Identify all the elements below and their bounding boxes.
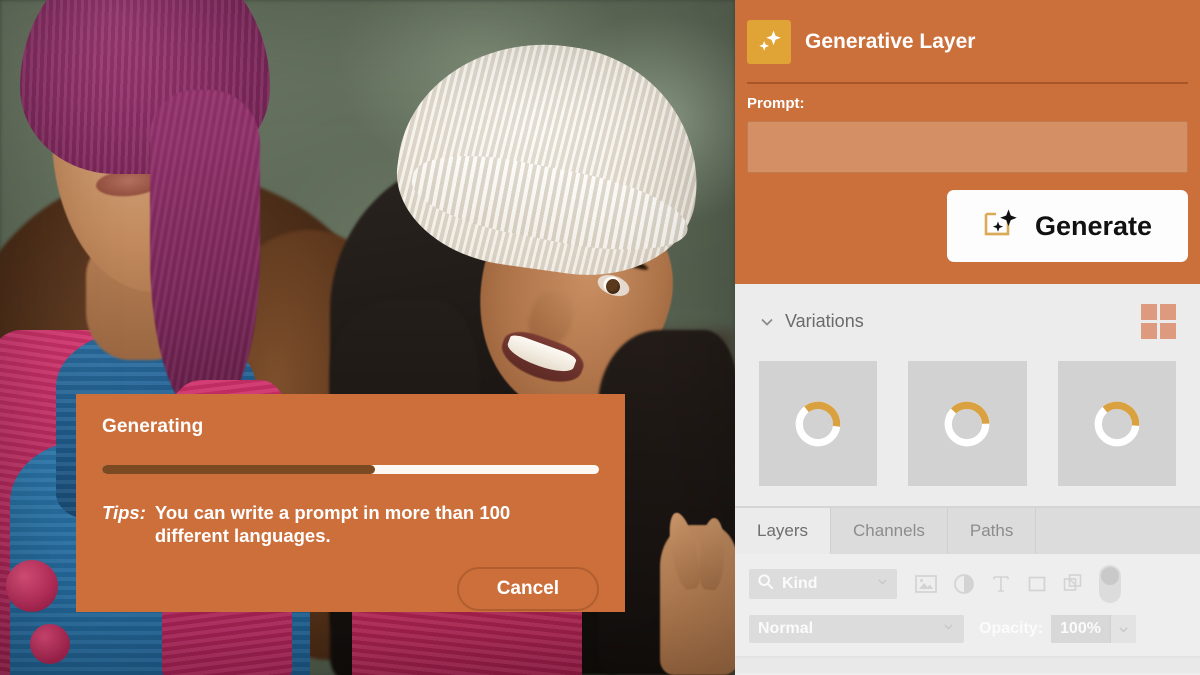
filter-toggle[interactable] <box>1099 565 1121 603</box>
variations-title: Variations <box>785 311 864 331</box>
generate-button-label: Generate <box>1034 210 1153 241</box>
variation-thumbnail-3[interactable] <box>1057 361 1176 486</box>
generating-progress-fill <box>102 465 376 474</box>
variation-thumbnails <box>759 361 1176 486</box>
tab-layers-label: Layers <box>757 521 809 540</box>
prompt-label: Prompt: <box>747 95 805 112</box>
tab-channels-label: Channels <box>853 521 925 540</box>
shape-layer-icon[interactable] <box>1027 574 1047 594</box>
variation-thumbnail-2[interactable] <box>908 361 1027 486</box>
tab-paths[interactable]: Paths <box>948 508 1037 554</box>
chevron-down-icon[interactable] <box>759 314 775 330</box>
kind-filter-select[interactable]: Kind <box>749 569 897 599</box>
sparkles-icon <box>747 20 791 64</box>
person-a-pompom-2 <box>30 624 70 664</box>
layers-panel-tabs: Layers Channels Paths <box>735 508 1200 554</box>
layer-filter-icons <box>915 573 1085 595</box>
app-window: Generating Tips: You can write a prompt … <box>0 0 1200 675</box>
generative-fill-icon <box>983 208 1021 245</box>
person-a-pompom-1 <box>6 560 58 612</box>
search-icon <box>757 573 774 595</box>
generating-tips: Tips: You can write a prompt in more tha… <box>102 502 599 548</box>
grid-cell-2 <box>1160 304 1176 320</box>
generate-row: Generate <box>747 190 1188 262</box>
tab-bar-filler <box>1036 508 1200 554</box>
type-layer-icon[interactable] <box>991 574 1011 594</box>
prompt-input[interactable] <box>747 121 1188 173</box>
right-panel: Generative Layer Prompt: Generate Variat… <box>735 0 1200 675</box>
layer-blend-row: Normal Opacity: 100% <box>735 603 1200 643</box>
tab-channels[interactable]: Channels <box>831 508 948 554</box>
opacity-value: 100% <box>1060 620 1101 637</box>
cancel-button[interactable]: Cancel <box>456 566 599 611</box>
tab-layers[interactable]: Layers <box>735 508 832 554</box>
adjustment-layer-icon[interactable] <box>953 573 975 595</box>
chevron-down-icon <box>876 575 889 593</box>
grid-cell-1 <box>1141 304 1157 320</box>
generating-dialog: Generating Tips: You can write a prompt … <box>76 394 625 612</box>
opacity-label: Opacity: <box>979 620 1044 637</box>
grid-2x2-icon[interactable] <box>1141 304 1176 339</box>
grid-cell-4 <box>1160 323 1176 339</box>
generating-title: Generating <box>102 416 204 437</box>
kind-filter-label: Kind <box>782 575 818 592</box>
layers-panel: Layers Channels Paths Kind Normal Opacit… <box>735 508 1200 675</box>
pixel-layer-icon[interactable] <box>915 574 937 594</box>
variation-thumbnail-1[interactable] <box>759 361 878 486</box>
person-b-iris-right <box>606 279 620 294</box>
tab-paths-label: Paths <box>969 521 1014 540</box>
generative-layer-title: Generative Layer <box>805 30 976 53</box>
generative-layer-section: Generative Layer Prompt: Generate <box>735 0 1200 284</box>
header-divider <box>747 82 1188 84</box>
person-a-beanie-side <box>150 90 260 420</box>
generating-progress-bar <box>102 465 599 474</box>
loading-spinner-icon <box>1094 401 1140 446</box>
smart-object-icon[interactable] <box>1063 573 1085 595</box>
variations-header[interactable]: Variations <box>759 284 1176 339</box>
generating-tips-label: Tips: <box>102 502 146 523</box>
opacity-field[interactable]: 100% <box>1051 615 1136 643</box>
layers-panel-footer <box>735 658 1200 673</box>
generative-layer-header: Generative Layer <box>747 0 1188 64</box>
generating-dialog-actions: Cancel <box>102 566 599 611</box>
loading-spinner-icon <box>795 401 841 446</box>
grid-cell-3 <box>1141 323 1157 339</box>
layer-filter-row: Kind <box>735 554 1200 603</box>
blend-mode-select[interactable]: Normal <box>749 615 964 643</box>
variations-section: Variations <box>735 284 1200 506</box>
chevron-down-icon <box>942 620 955 638</box>
chevron-down-icon[interactable] <box>1109 615 1136 643</box>
generating-tips-text: You can write a prompt in more than 100 … <box>154 502 511 546</box>
loading-spinner-icon <box>945 401 990 446</box>
blend-mode-label: Normal <box>758 620 814 637</box>
generate-button[interactable]: Generate <box>947 190 1188 262</box>
